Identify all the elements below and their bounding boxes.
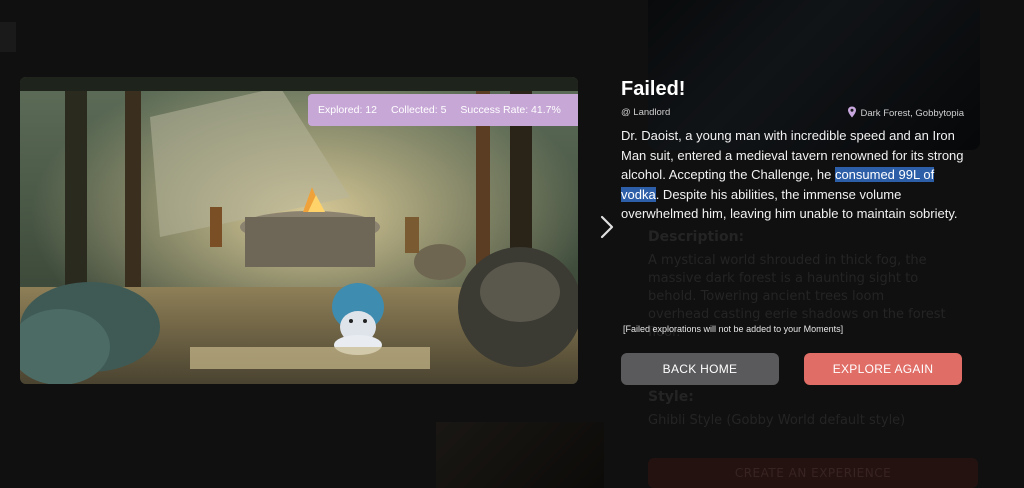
exploration-stats: Explored: 12 Collected: 5 Success Rate: … — [308, 94, 578, 126]
result-title: Failed! — [621, 78, 686, 100]
location-text: Dark Forest, Gobbytopia — [860, 108, 965, 119]
failed-notice: [Failed explorations will not be added t… — [623, 324, 844, 334]
explored-count: Explored: 12 — [318, 104, 377, 116]
chevron-right-icon[interactable] — [598, 214, 616, 240]
back-home-button[interactable]: BACK HOME — [621, 353, 779, 385]
collected-count: Collected: 5 — [390, 104, 447, 116]
location-label: Dark Forest, Gobbytopia — [847, 106, 965, 121]
story-part-2: . Despite his abilities, the immense vol… — [621, 186, 958, 222]
author-handle: @ Landlord — [621, 107, 671, 118]
explore-again-button[interactable]: EXPLORE AGAIN — [804, 353, 962, 385]
location-pin-icon — [847, 106, 857, 121]
success-rate: Success Rate: 41.7% — [460, 104, 561, 116]
story-text: Dr. Daoist, a young man with incredible … — [621, 126, 966, 224]
